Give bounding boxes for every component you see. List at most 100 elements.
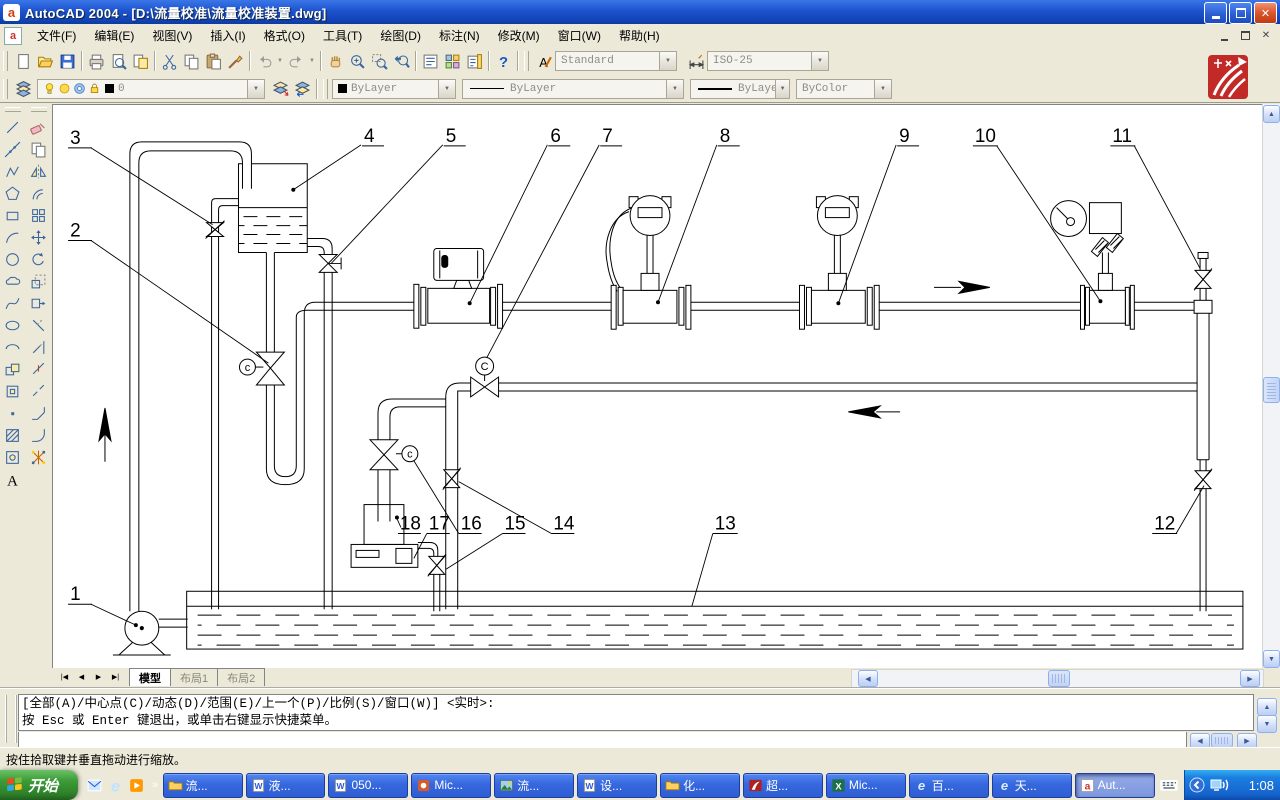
child-close-button[interactable]: ✕ bbox=[1256, 27, 1276, 45]
outlook-express-icon[interactable] bbox=[86, 777, 103, 794]
new-icon[interactable] bbox=[12, 50, 34, 72]
plotstyle-combo[interactable]: ByColor ▼ bbox=[796, 79, 892, 99]
text-icon[interactable]: A bbox=[0, 468, 24, 490]
polyline-icon[interactable] bbox=[0, 160, 24, 182]
styles-toolbar-grip[interactable] bbox=[524, 51, 529, 71]
command-input[interactable] bbox=[18, 732, 1187, 748]
text-style-icon[interactable]: A bbox=[533, 50, 555, 72]
hscroll-thumb[interactable] bbox=[1048, 670, 1070, 687]
command-history[interactable]: [全部(A)/中心点(C)/动态(D)/范围(E)/上一个(P)/比例(S)/窗… bbox=[18, 694, 1254, 731]
close-button[interactable]: ✕ bbox=[1254, 2, 1277, 24]
tab-first-icon[interactable]: |◀ bbox=[56, 669, 73, 685]
explode-icon[interactable] bbox=[26, 446, 50, 468]
hatch-icon[interactable] bbox=[0, 424, 24, 446]
construction-line-icon[interactable] bbox=[0, 138, 24, 160]
menu-9[interactable]: 修改(M) bbox=[489, 24, 549, 47]
child-restore-button[interactable] bbox=[1235, 27, 1255, 45]
zoom-window-icon[interactable] bbox=[368, 50, 390, 72]
stretch-icon[interactable] bbox=[26, 292, 50, 314]
scroll-down-icon[interactable]: ▼ bbox=[1263, 650, 1280, 668]
tab-next-icon[interactable]: ▶ bbox=[90, 669, 107, 685]
spline-icon[interactable] bbox=[0, 292, 24, 314]
color-combo[interactable]: ByLayer ▼ bbox=[332, 79, 456, 99]
vscroll-thumb[interactable] bbox=[1263, 377, 1280, 403]
menu-7[interactable]: 绘图(D) bbox=[371, 24, 430, 47]
cmd-hscroll-thumb[interactable] bbox=[1211, 733, 1233, 748]
design-center-icon[interactable] bbox=[441, 50, 463, 72]
layer-combo[interactable]: 0 ▼ bbox=[37, 79, 265, 99]
scroll-up-icon[interactable]: ▲ bbox=[1263, 105, 1280, 123]
properties-icon[interactable] bbox=[419, 50, 441, 72]
layer-previous-icon[interactable] bbox=[291, 78, 313, 100]
save-icon[interactable] bbox=[56, 50, 78, 72]
menu-3[interactable]: 视图(V) bbox=[143, 24, 201, 47]
taskbar-button-10[interactable]: e百... bbox=[909, 773, 989, 798]
zoom-previous-icon[interactable] bbox=[390, 50, 412, 72]
start-button[interactable]: 开始 bbox=[0, 770, 78, 800]
copy-object-icon[interactable] bbox=[26, 138, 50, 160]
make-block-icon[interactable] bbox=[0, 380, 24, 402]
trim-icon[interactable] bbox=[26, 314, 50, 336]
help-icon[interactable]: ? bbox=[492, 50, 514, 72]
revision-cloud-icon[interactable] bbox=[0, 270, 24, 292]
drawing-canvas[interactable]: 1 2 3 4 5 6 7 8 9 10 11 12 13 14 15 16 1… bbox=[52, 104, 1262, 668]
break-at-point-icon[interactable] bbox=[26, 358, 50, 380]
command-window-grab-bar[interactable] bbox=[5, 695, 17, 743]
minimize-button[interactable] bbox=[1204, 2, 1227, 24]
chevron-down-icon[interactable]: ▼ bbox=[666, 80, 683, 98]
taskbar-button-11[interactable]: e天... bbox=[992, 773, 1072, 798]
ellipse-arc-icon[interactable] bbox=[0, 336, 24, 358]
scroll-left-icon[interactable]: ◀ bbox=[858, 670, 878, 687]
match-properties-icon[interactable] bbox=[224, 50, 246, 72]
cmd-scroll-down-icon[interactable]: ▼ bbox=[1257, 715, 1277, 733]
make-layer-current-icon[interactable] bbox=[269, 78, 291, 100]
redo-dropdown-icon[interactable]: ▼ bbox=[307, 50, 317, 72]
padlock-icon[interactable] bbox=[88, 82, 101, 95]
chamfer-icon[interactable] bbox=[26, 402, 50, 424]
dim-style-combo[interactable]: ISO-25 ▼ bbox=[707, 51, 829, 71]
taskbar-button-8[interactable]: 超... bbox=[743, 773, 823, 798]
lineweight-combo[interactable]: ByLayer ▼ bbox=[690, 79, 790, 99]
tab-prev-icon[interactable]: ◀ bbox=[73, 669, 90, 685]
move-icon[interactable] bbox=[26, 226, 50, 248]
offset-icon[interactable] bbox=[26, 182, 50, 204]
circle-icon[interactable] bbox=[0, 248, 24, 270]
ellipse-icon[interactable] bbox=[0, 314, 24, 336]
taskbar-button-4[interactable]: Mic... bbox=[411, 773, 491, 798]
publish-icon[interactable] bbox=[129, 50, 151, 72]
display-volume-icon[interactable] bbox=[1210, 777, 1230, 793]
print-preview-icon[interactable] bbox=[107, 50, 129, 72]
taskbar-button-3[interactable]: W050... bbox=[328, 773, 408, 798]
cut-icon[interactable] bbox=[158, 50, 180, 72]
layer-lock-icon[interactable] bbox=[73, 82, 86, 95]
scale-icon[interactable] bbox=[26, 270, 50, 292]
extend-icon[interactable] bbox=[26, 336, 50, 358]
taskbar-button-7[interactable]: 化... bbox=[660, 773, 740, 798]
tab-布局2[interactable]: 布局2 bbox=[217, 668, 265, 686]
menu-11[interactable]: 帮助(H) bbox=[610, 24, 669, 47]
text-style-combo[interactable]: Standard ▼ bbox=[555, 51, 677, 71]
arc-icon[interactable] bbox=[0, 226, 24, 248]
menu-1[interactable]: 文件(F) bbox=[28, 24, 85, 47]
chevron-down-icon[interactable]: ▼ bbox=[659, 52, 676, 70]
menu-10[interactable]: 窗口(W) bbox=[549, 24, 610, 47]
region-icon[interactable] bbox=[0, 446, 24, 468]
line-icon[interactable] bbox=[0, 116, 24, 138]
taskbar-button-5[interactable]: 流... bbox=[494, 773, 574, 798]
break-icon[interactable] bbox=[26, 380, 50, 402]
media-player-icon[interactable] bbox=[128, 777, 145, 794]
linetype-combo[interactable]: ByLayer ▼ bbox=[462, 79, 684, 99]
toolbar-grip[interactable] bbox=[3, 79, 8, 99]
properties-toolbar-grip[interactable] bbox=[323, 79, 328, 99]
layers-icon[interactable] bbox=[12, 78, 34, 100]
copy-icon[interactable] bbox=[180, 50, 202, 72]
chevron-down-icon[interactable]: ▼ bbox=[438, 80, 455, 98]
insert-block-icon[interactable] bbox=[0, 358, 24, 380]
toolbar-grip[interactable] bbox=[5, 107, 21, 112]
keyboard-icon[interactable] bbox=[1159, 775, 1179, 795]
quicklaunch-overflow-icon[interactable]: » bbox=[152, 779, 158, 791]
clock[interactable]: 1:08 bbox=[1249, 778, 1274, 793]
toolbar-grip[interactable] bbox=[3, 51, 8, 71]
taskbar-button-1[interactable]: 流... bbox=[163, 773, 243, 798]
canvas-vscrollbar[interactable]: ▲ ▼ bbox=[1262, 104, 1280, 668]
